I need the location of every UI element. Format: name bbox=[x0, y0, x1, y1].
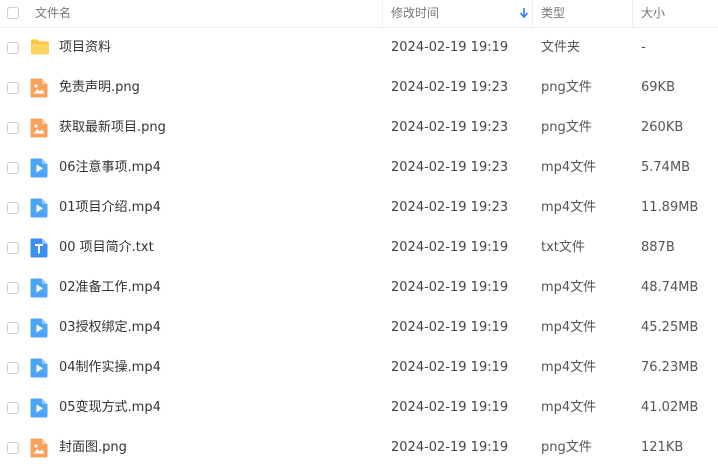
file-row[interactable]: 免责声明.png 2024-02-19 19:23 png文件 69KB bbox=[0, 68, 718, 108]
video-file-icon bbox=[30, 198, 48, 218]
file-size: 41.02MB bbox=[641, 400, 699, 415]
video-file-icon bbox=[30, 318, 48, 338]
sort-descending-icon[interactable] bbox=[519, 7, 529, 19]
row-checkbox[interactable] bbox=[7, 322, 19, 334]
file-type: mp4文件 bbox=[541, 360, 597, 375]
column-header-name[interactable]: 文件名 bbox=[35, 0, 71, 27]
file-modified-time: 2024-02-19 19:19 bbox=[391, 400, 509, 415]
file-type: mp4文件 bbox=[541, 160, 597, 175]
file-type: 文件夹 bbox=[541, 40, 581, 55]
row-checkbox[interactable] bbox=[7, 402, 19, 414]
file-size: 45.25MB bbox=[641, 320, 699, 335]
row-checkbox[interactable] bbox=[7, 42, 19, 54]
column-divider bbox=[382, 0, 383, 27]
file-type: mp4文件 bbox=[541, 400, 597, 415]
file-list-header: 文件名 修改时间 类型 大小 bbox=[0, 0, 718, 28]
file-row[interactable]: 00 项目简介.txt 2024-02-19 19:19 txt文件 887B bbox=[0, 228, 718, 268]
file-row[interactable]: 02准备工作.mp4 2024-02-19 19:19 mp4文件 48.74MB bbox=[0, 268, 718, 308]
file-size: 11.89MB bbox=[641, 200, 699, 215]
file-row[interactable]: 03授权绑定.mp4 2024-02-19 19:19 mp4文件 45.25MB bbox=[0, 308, 718, 348]
column-divider bbox=[632, 0, 633, 27]
file-name[interactable]: 获取最新项目.png bbox=[59, 108, 166, 148]
image-file-icon bbox=[30, 118, 48, 138]
file-size: 48.74MB bbox=[641, 280, 699, 295]
file-modified-time: 2024-02-19 19:19 bbox=[391, 320, 509, 335]
file-type: mp4文件 bbox=[541, 200, 597, 215]
file-modified-time: 2024-02-19 19:19 bbox=[391, 40, 509, 55]
file-type: png文件 bbox=[541, 80, 592, 95]
file-name[interactable]: 05变现方式.mp4 bbox=[59, 388, 161, 428]
file-row[interactable]: 04制作实操.mp4 2024-02-19 19:19 mp4文件 76.23MB bbox=[0, 348, 718, 388]
file-list: 文件名 修改时间 类型 大小 项目资料 2024-02-19 19:19 文件夹 - 免… bbox=[0, 0, 718, 468]
file-name[interactable]: 封面图.png bbox=[59, 428, 127, 468]
file-type: mp4文件 bbox=[541, 320, 597, 335]
file-name[interactable]: 项目资料 bbox=[59, 28, 111, 68]
row-checkbox[interactable] bbox=[7, 362, 19, 374]
file-name[interactable]: 03授权绑定.mp4 bbox=[59, 308, 161, 348]
file-name[interactable]: 免责声明.png bbox=[59, 68, 140, 108]
row-checkbox[interactable] bbox=[7, 82, 19, 94]
file-row[interactable]: 01项目介绍.mp4 2024-02-19 19:23 mp4文件 11.89MB bbox=[0, 188, 718, 228]
select-all-checkbox[interactable] bbox=[7, 7, 19, 19]
file-row[interactable]: 项目资料 2024-02-19 19:19 文件夹 - bbox=[0, 28, 718, 68]
file-size: - bbox=[641, 40, 646, 55]
video-file-icon bbox=[30, 358, 48, 378]
file-rows: 项目资料 2024-02-19 19:19 文件夹 - 免责声明.png 2024-02-… bbox=[0, 28, 718, 468]
file-size: 5.74MB bbox=[641, 160, 691, 175]
text-file-icon bbox=[30, 238, 48, 258]
file-modified-time: 2024-02-19 19:19 bbox=[391, 360, 509, 375]
file-modified-time: 2024-02-19 19:19 bbox=[391, 280, 509, 295]
file-row[interactable]: 05变现方式.mp4 2024-02-19 19:19 mp4文件 41.02MB bbox=[0, 388, 718, 428]
row-checkbox[interactable] bbox=[7, 162, 19, 174]
file-size: 260KB bbox=[641, 120, 684, 135]
folder-icon bbox=[30, 38, 49, 58]
file-modified-time: 2024-02-19 19:23 bbox=[391, 160, 509, 175]
row-checkbox[interactable] bbox=[7, 122, 19, 134]
row-checkbox[interactable] bbox=[7, 202, 19, 214]
file-name[interactable]: 06注意事项.mp4 bbox=[59, 148, 161, 188]
file-modified-time: 2024-02-19 19:23 bbox=[391, 200, 509, 215]
video-file-icon bbox=[30, 278, 48, 298]
file-type: mp4文件 bbox=[541, 280, 597, 295]
image-file-icon bbox=[30, 78, 48, 98]
file-name[interactable]: 04制作实操.mp4 bbox=[59, 348, 161, 388]
file-type: png文件 bbox=[541, 120, 592, 135]
file-name[interactable]: 02准备工作.mp4 bbox=[59, 268, 161, 308]
file-name[interactable]: 00 项目简介.txt bbox=[59, 228, 154, 268]
file-row[interactable]: 封面图.png 2024-02-19 19:19 png文件 121KB bbox=[0, 428, 718, 468]
file-modified-time: 2024-02-19 19:23 bbox=[391, 120, 509, 135]
file-type: txt文件 bbox=[541, 240, 585, 255]
row-checkbox[interactable] bbox=[7, 282, 19, 294]
column-divider bbox=[532, 0, 533, 27]
file-modified-time: 2024-02-19 19:23 bbox=[391, 80, 509, 95]
file-size: 887B bbox=[641, 240, 675, 255]
file-row[interactable]: 06注意事项.mp4 2024-02-19 19:23 mp4文件 5.74MB bbox=[0, 148, 718, 188]
column-header-type[interactable]: 类型 bbox=[541, 0, 565, 27]
row-checkbox[interactable] bbox=[7, 242, 19, 254]
file-name[interactable]: 01项目介绍.mp4 bbox=[59, 188, 161, 228]
file-size: 69KB bbox=[641, 80, 675, 95]
column-header-size[interactable]: 大小 bbox=[641, 0, 665, 27]
file-size: 76.23MB bbox=[641, 360, 699, 375]
video-file-icon bbox=[30, 158, 48, 178]
file-row[interactable]: 获取最新项目.png 2024-02-19 19:23 png文件 260KB bbox=[0, 108, 718, 148]
file-size: 121KB bbox=[641, 440, 684, 455]
file-modified-time: 2024-02-19 19:19 bbox=[391, 440, 509, 455]
file-type: png文件 bbox=[541, 440, 592, 455]
column-header-modified[interactable]: 修改时间 bbox=[391, 0, 439, 27]
image-file-icon bbox=[30, 438, 48, 458]
file-modified-time: 2024-02-19 19:19 bbox=[391, 240, 509, 255]
video-file-icon bbox=[30, 398, 48, 418]
row-checkbox[interactable] bbox=[7, 442, 19, 454]
